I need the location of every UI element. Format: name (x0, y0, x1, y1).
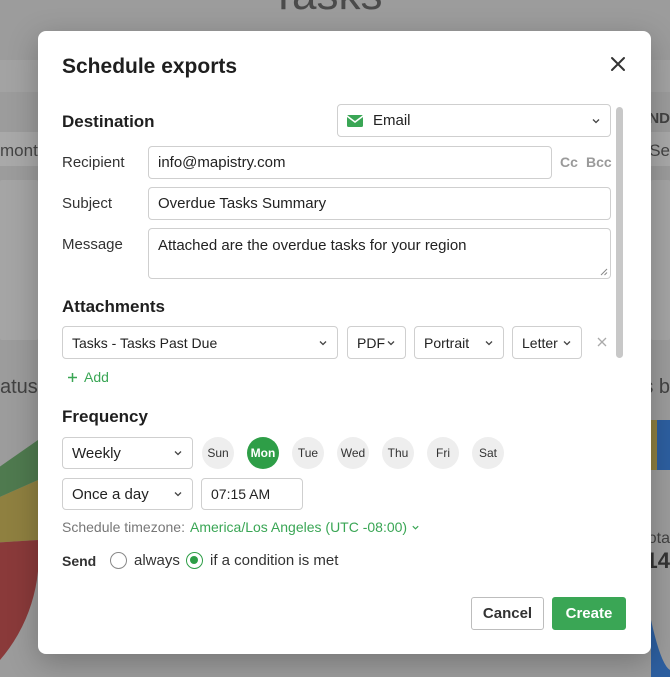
report-value: Tasks - Tasks Past Due (72, 334, 218, 351)
message-textarea[interactable]: Attached are the overdue tasks for your … (148, 228, 611, 279)
add-attachment-label: Add (84, 369, 109, 385)
background-pie-chart (651, 420, 670, 677)
chevron-down-icon (174, 492, 182, 497)
recipient-value: info@mapistry.com (158, 154, 286, 171)
background-label: atus (0, 376, 38, 398)
remove-attachment-icon[interactable] (596, 336, 608, 348)
frequency-period-value: Weekly (72, 444, 121, 462)
chevron-down-icon (485, 340, 493, 345)
resize-handle-icon[interactable] (600, 268, 608, 276)
dialog-title: Schedule exports (62, 55, 238, 78)
attachments-heading: Attachments (62, 297, 165, 316)
send-always-radio[interactable] (110, 552, 127, 569)
paper-size-value: Letter (522, 334, 558, 351)
destination-heading: Destination (62, 112, 155, 131)
recipient-input[interactable]: info@mapistry.com (148, 146, 552, 179)
email-envelope-icon (347, 114, 363, 127)
chevron-down-icon (319, 340, 327, 345)
cancel-button[interactable]: Cancel (471, 597, 544, 630)
format-select[interactable]: PDF (347, 326, 406, 359)
message-value: Attached are the overdue tasks for your … (158, 237, 467, 254)
report-select[interactable]: Tasks - Tasks Past Due (62, 326, 338, 359)
format-value: PDF (357, 334, 385, 351)
recipient-label: Recipient (62, 154, 125, 171)
close-icon[interactable] (607, 53, 629, 75)
subject-input[interactable]: Overdue Tasks Summary (148, 187, 611, 220)
time-value: 07:15 AM (211, 486, 271, 502)
chevron-down-icon (174, 451, 182, 456)
background-panel (0, 180, 38, 340)
day-toggle-tue[interactable]: Tue (292, 437, 324, 469)
add-attachment-link[interactable]: Add (67, 369, 109, 385)
frequency-period-select[interactable]: Weekly (62, 437, 193, 469)
schedule-exports-dialog: Schedule exports Destination Email Recip… (38, 31, 651, 654)
chevron-down-icon (563, 340, 571, 345)
chevron-down-icon (412, 525, 419, 530)
bcc-button[interactable]: Bcc (586, 154, 612, 170)
times-per-day-select[interactable]: Once a day (62, 478, 193, 510)
cc-button[interactable]: Cc (560, 154, 578, 170)
chevron-down-icon (387, 340, 395, 345)
paper-size-select[interactable]: Letter (512, 326, 582, 359)
send-condition-label: if a condition is met (210, 552, 339, 569)
send-condition-radio[interactable] (186, 552, 203, 569)
dialog-content: Destination Email Recipient info@mapistr… (62, 101, 628, 584)
day-toggle-wed[interactable]: Wed (337, 437, 369, 469)
plus-icon (68, 372, 77, 382)
create-button[interactable]: Create (552, 597, 626, 630)
timezone-value: America/Los Angeles (UTC -08:00) (190, 519, 408, 535)
message-label: Message (62, 236, 123, 253)
background-panel (651, 180, 670, 340)
day-toggle-fri[interactable]: Fri (427, 437, 459, 469)
day-toggle-sun[interactable]: Sun (202, 437, 234, 469)
orientation-value: Portrait (424, 334, 470, 351)
day-toggle-sat[interactable]: Sat (472, 437, 504, 469)
send-label: Send (62, 553, 97, 569)
send-always-label: always (134, 552, 180, 569)
times-per-day-value: Once a day (72, 485, 149, 503)
timezone-select[interactable]: America/Los Angeles (UTC -08:00) (190, 519, 420, 535)
destination-select[interactable]: Email (337, 104, 611, 137)
dialog-scrollbar[interactable] (616, 107, 623, 358)
background-label: Se (649, 141, 670, 160)
orientation-select[interactable]: Portrait (414, 326, 504, 359)
chevron-down-icon (592, 118, 600, 123)
subject-value: Overdue Tasks Summary (158, 195, 327, 212)
page-title: Tasks (270, 0, 382, 20)
subject-label: Subject (62, 195, 113, 212)
frequency-heading: Frequency (62, 407, 148, 426)
day-toggle-thu[interactable]: Thu (382, 437, 414, 469)
day-toggle-mon[interactable]: Mon (247, 437, 279, 469)
time-input[interactable]: 07:15 AM (201, 478, 303, 510)
timezone-label: Schedule timezone: (62, 519, 185, 535)
destination-value: Email (373, 112, 411, 129)
background-pie-chart (0, 440, 38, 660)
